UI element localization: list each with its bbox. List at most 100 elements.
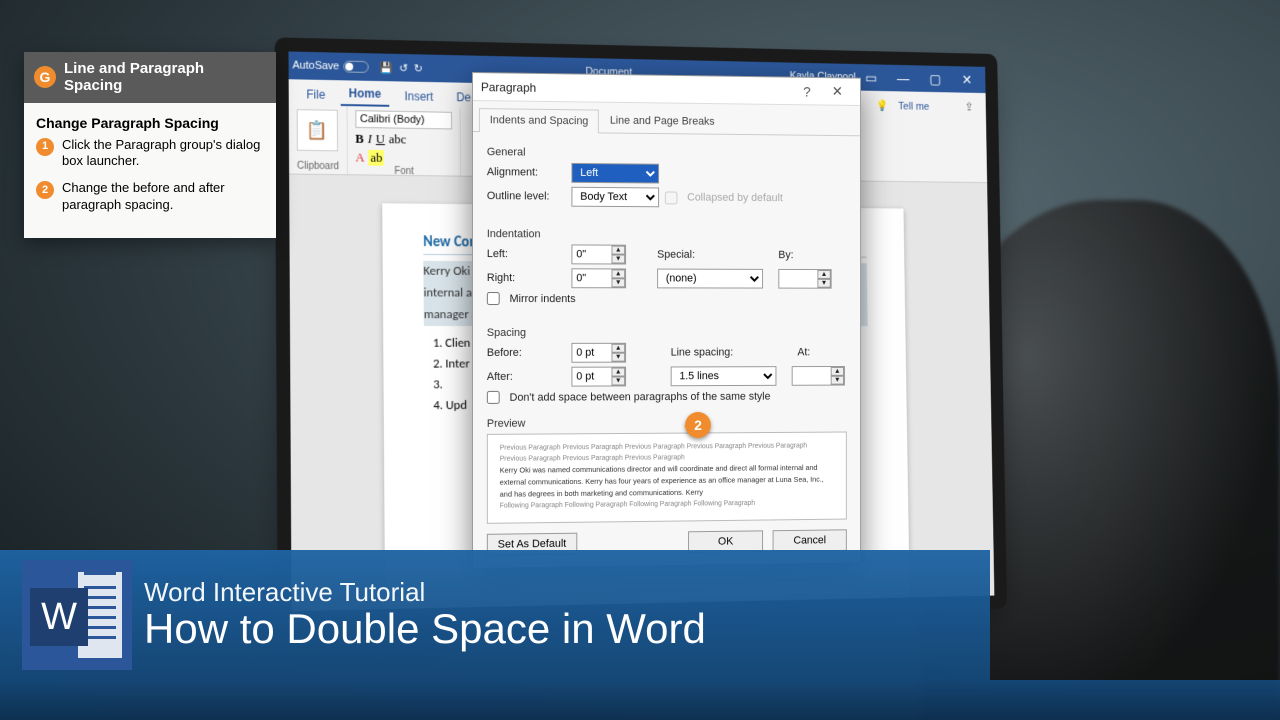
paragraph-dialog: Paragraph ? ✕ Indents and Spacing Line a… [472, 72, 861, 569]
tab-insert[interactable]: Insert [397, 85, 442, 107]
minimize-icon[interactable]: — [888, 67, 919, 90]
ribbon-group-clipboard: 📋 Clipboard [289, 105, 348, 174]
mirror-label: Mirror indents [510, 293, 576, 305]
bold-button[interactable]: B [355, 131, 364, 147]
band-tail [0, 680, 1280, 720]
word-w-glyph: W [30, 588, 88, 646]
collapsed-checkbox [665, 191, 678, 204]
after-spin[interactable]: ▲▼ [571, 367, 626, 387]
preview-box: Previous Paragraph Previous Paragraph Pr… [487, 432, 847, 524]
step-text: Change the before and after paragraph sp… [62, 180, 264, 214]
mirror-checkbox[interactable] [487, 292, 500, 305]
tab-home[interactable]: Home [341, 82, 389, 107]
before-label: Before: [487, 347, 566, 359]
font-color-button[interactable]: A [355, 150, 364, 166]
dialog-close-icon[interactable]: ✕ [822, 83, 852, 100]
title-band: W Word Interactive Tutorial How to Doubl… [0, 550, 990, 680]
after-label: After: [487, 371, 566, 383]
at-spin[interactable]: ▲▼ [792, 366, 845, 386]
callout-step-2: 2 [685, 412, 713, 440]
step-number-icon: 1 [36, 138, 54, 156]
list-item: 2 Change the before and after paragraph … [36, 180, 264, 214]
section-general: General Alignment: Left Outline level: B… [473, 132, 860, 216]
spin-down-icon[interactable]: ▼ [817, 279, 830, 288]
step-text: Click the Paragraph group's dialog box l… [62, 137, 264, 171]
sidebar-header: G Line and Paragraph Spacing [24, 52, 276, 103]
spin-down-icon[interactable]: ▼ [831, 376, 844, 385]
step-number-icon: 2 [36, 181, 54, 199]
section-spacing: Spacing Before: ▲▼ Line spacing: At: Aft… [473, 313, 860, 412]
brand-icon: G [34, 66, 56, 88]
qat-redo-icon[interactable]: ↻ [414, 62, 423, 75]
qat-undo-icon[interactable]: ↺ [399, 61, 408, 74]
maximize-icon[interactable]: ▢ [920, 67, 950, 90]
underline-button[interactable]: U [376, 131, 385, 147]
outline-select[interactable]: Body Text [571, 187, 659, 207]
indent-right-spin[interactable]: ▲▼ [571, 268, 626, 288]
general-label: General [487, 146, 847, 161]
list-item: 1 Click the Paragraph group's dialog box… [36, 137, 264, 171]
spin-down-icon[interactable]: ▼ [611, 255, 625, 264]
tell-me[interactable]: 💡 Tell me [869, 95, 944, 116]
preview-next: Following Paragraph Following Paragraph … [500, 498, 835, 513]
share-icon[interactable]: ⇪ [957, 96, 980, 117]
spacing-label: Spacing [487, 327, 847, 339]
sidebar-subhead: Change Paragraph Spacing [24, 103, 276, 137]
linesp-label: Line spacing: [671, 347, 748, 359]
dialog-title: Paragraph [481, 80, 792, 98]
spin-up-icon[interactable]: ▲ [611, 269, 625, 278]
preview-body: Kerry Oki was named communications direc… [500, 462, 835, 501]
indentation-label: Indentation [487, 228, 847, 242]
outline-label: Outline level: [487, 190, 566, 203]
spin-up-icon[interactable]: ▲ [611, 246, 625, 255]
spin-up-icon[interactable]: ▲ [611, 368, 625, 377]
section-indentation: Indentation Left: ▲▼ Special: By: Right:… [473, 214, 860, 313]
autosave-switch-icon[interactable] [343, 61, 368, 73]
special-select[interactable]: (none) [657, 269, 763, 289]
cancel-button[interactable]: Cancel [773, 529, 847, 552]
clipboard-group-label: Clipboard [297, 161, 339, 172]
tell-me-label: Tell me [891, 97, 936, 117]
close-icon[interactable]: ✕ [952, 68, 982, 91]
callout-number: 2 [685, 412, 711, 438]
spin-down-icon[interactable]: ▼ [611, 353, 625, 362]
special-label: Special: [657, 249, 715, 261]
spin-down-icon[interactable]: ▼ [611, 278, 625, 287]
sidebar-title: Line and Paragraph Spacing [64, 60, 266, 95]
indent-left-label: Left: [487, 248, 566, 260]
alignment-select[interactable]: Left [571, 163, 659, 184]
autosave-toggle[interactable]: AutoSave [292, 60, 368, 73]
sidebar-steps: 1 Click the Paragraph group's dialog box… [24, 137, 276, 239]
section-preview: Preview Previous Paragraph Previous Para… [487, 416, 847, 524]
italic-button[interactable]: I [368, 131, 372, 147]
indent-left-spin[interactable]: ▲▼ [571, 244, 626, 264]
before-spin[interactable]: ▲▼ [571, 343, 626, 363]
alignment-label: Alignment: [487, 166, 566, 179]
tab-indents-spacing[interactable]: Indents and Spacing [479, 108, 599, 133]
by-spin[interactable]: ▲▼ [778, 269, 831, 289]
preview-prev: Previous Paragraph Previous Paragraph Pr… [500, 440, 835, 465]
linesp-select[interactable]: 1.5 lines [671, 366, 777, 386]
strike-button[interactable]: abc [389, 131, 407, 147]
tab-line-page-breaks[interactable]: Line and Page Breaks [599, 109, 725, 134]
paste-button[interactable]: 📋 [297, 109, 338, 151]
tab-file[interactable]: File [298, 83, 333, 105]
nosame-checkbox[interactable] [487, 391, 500, 404]
band-subtitle: Word Interactive Tutorial [144, 579, 706, 606]
spin-up-icon[interactable]: ▲ [611, 344, 625, 353]
word-app-icon: W [22, 560, 132, 670]
collapsed-label: Collapsed by default [687, 192, 783, 205]
font-name-combo[interactable]: Calibri (Body) [355, 110, 452, 129]
spin-up-icon[interactable]: ▲ [831, 367, 844, 376]
highlight-button[interactable]: ab [368, 150, 384, 166]
indent-right-label: Right: [487, 272, 566, 284]
spin-down-icon[interactable]: ▼ [611, 376, 625, 385]
dialog-tabs: Indents and Spacing Line and Page Breaks [473, 101, 860, 136]
nosame-label: Don't add space between paragraphs of th… [510, 390, 771, 403]
ribbon-group-font: Calibri (Body) B I U abc A ab Font [347, 106, 461, 176]
spin-up-icon[interactable]: ▲ [817, 270, 830, 279]
qat-save-icon[interactable]: 💾 [380, 61, 393, 74]
autosave-label: AutoSave [292, 60, 339, 73]
at-label: At: [797, 346, 826, 358]
dialog-help-icon[interactable]: ? [792, 83, 822, 99]
